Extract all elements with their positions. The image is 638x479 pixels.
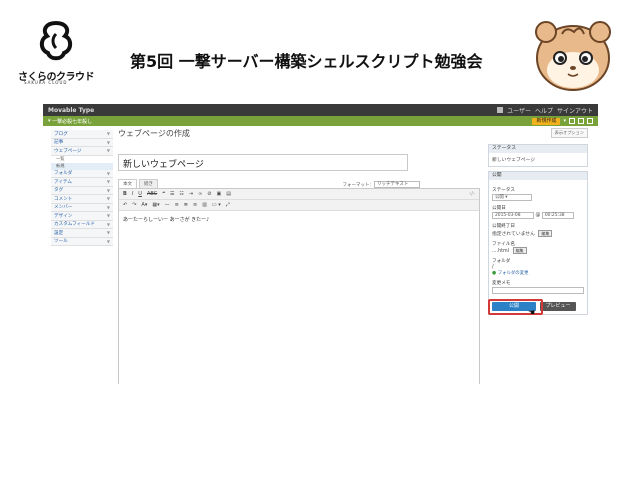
sidebar-item-blog[interactable]: ブログ ▼ [51, 130, 113, 139]
align-center-icon[interactable]: ≣ [184, 202, 188, 208]
preview-button[interactable]: プレビュー [540, 302, 576, 311]
user-menu[interactable]: ユーザー [507, 106, 531, 115]
dashboard-icon[interactable] [578, 118, 584, 124]
underline-icon[interactable]: U [138, 191, 142, 197]
hr-icon[interactable]: — [165, 202, 170, 208]
publish-date-label: 公開日 [492, 206, 506, 211]
sakura-cloud-logo: さくらのクラウド SAKURA CLOUD [18, 16, 98, 86]
align-right-icon[interactable]: ≡ [193, 202, 197, 208]
new-button[interactable]: 新規作成 [532, 117, 561, 125]
settings-icon[interactable] [569, 118, 575, 124]
format-control: フォーマット: リッチテキスト [342, 181, 420, 188]
publish-header: 公開 [489, 172, 587, 180]
status-label: ステータス [492, 188, 515, 193]
page-title: ウェブページの作成 [118, 129, 190, 138]
publish-actions: 公開 プレビュー ☚ [488, 299, 584, 317]
sidebar-item-pages[interactable]: ウェブページ ▼ [51, 147, 113, 156]
quote-icon[interactable]: ❝ [162, 191, 165, 197]
tab-more[interactable]: 続き [139, 179, 158, 188]
publish-date-field[interactable]: 2015-03-08 [492, 212, 534, 219]
publish-time-field[interactable]: 00:25:38 [541, 212, 574, 219]
editor-body-text[interactable]: あーたーらしーいー あーさが きたー♪ [119, 211, 479, 228]
user-avatar-icon [497, 107, 504, 113]
filename-label: ファイル名 [492, 242, 515, 247]
end-date-label: 公開終了日 [492, 224, 515, 229]
sidebar-item-members[interactable]: メンバー ▼ [51, 203, 113, 212]
site-dropdown-icon[interactable]: ▾ [48, 118, 51, 124]
right-column: 表示オプション ステータス 新しいウェブページ 公開 ステータス 公開 ▾ 公開… [488, 128, 588, 319]
file-icon[interactable]: ▤ [226, 191, 231, 197]
title-input[interactable]: 新しいウェブページ [118, 154, 408, 171]
folder-label: フォルダ [492, 259, 511, 264]
status-select[interactable]: 公開 ▾ [492, 194, 532, 201]
logo-subword: SAKURA CLOUD [24, 80, 68, 85]
folder-change-link[interactable]: フォルダの変更 [498, 271, 529, 276]
status-panel: ステータス 新しいウェブページ [488, 144, 588, 167]
sidebar-item-folders[interactable]: フォルダ ▼ [51, 169, 113, 178]
editor-toolbar-1: B I U ABC ❝ ☰ ☷ ⇥ ∞ ⊘ ▣ ▤ ‹/› [119, 189, 479, 200]
publish-panel: 公開 ステータス 公開 ▾ 公開日 2015-03-08 @ 00:25:38 … [488, 171, 588, 317]
sidebar-item-settings[interactable]: 設定 ▼ [51, 229, 113, 238]
help-link[interactable]: ヘルプ [535, 106, 553, 115]
cms-screenshot: Movable Type ユーザー ヘルプ サインアウト ▾ 一撃必殺七年殺し … [43, 104, 598, 384]
unlink-icon[interactable]: ⊘ [207, 191, 211, 197]
sidebar-item-assets[interactable]: アイテム ▼ [51, 178, 113, 187]
strikethrough-icon[interactable]: ABC [147, 191, 157, 197]
bg-color-icon[interactable]: ▦▾ [152, 202, 159, 208]
html-source-icon[interactable]: ‹/› [469, 191, 475, 197]
rich-text-editor[interactable]: B I U ABC ❝ ☰ ☷ ⇥ ∞ ⊘ ▣ ▤ ‹/› ↶ ↷ A▾ ▦▾ … [118, 188, 480, 384]
sidebar: ブログ ▼ 記事 ▼ ウェブページ ▼ 一覧 新規 フォルダ ▼ アイテム ▼ タグ ▼ コ… [51, 130, 113, 246]
undo-icon[interactable]: ↶ [123, 202, 127, 208]
sidebar-item-tags[interactable]: タグ ▼ [51, 186, 113, 195]
sidebar-sub-list[interactable]: 一覧 [51, 155, 113, 163]
editor-toolbar-2: ↶ ↷ A▾ ▦▾ — ≡ ≣ ≡ ▥ ▭ ▾ ⤢ [119, 200, 479, 211]
folder-change-icon: ● [492, 271, 497, 276]
table-icon[interactable]: ▥ [202, 202, 207, 208]
redo-icon[interactable]: ↷ [132, 202, 136, 208]
slide-title: 第5回 一撃サーバー構築シェルスクリプト勉強会 [130, 52, 483, 71]
tab-body[interactable]: 本文 [118, 179, 137, 188]
site-name[interactable]: 一撃必殺七年殺し [52, 118, 92, 125]
fullscreen-icon[interactable]: ⤢ [226, 202, 230, 208]
signout-link[interactable]: サインアウト [557, 106, 593, 115]
display-options-button[interactable]: 表示オプション [550, 128, 588, 138]
at-label: @ [535, 213, 541, 218]
italic-icon[interactable]: I [132, 191, 133, 197]
hamster-mascot-icon [535, 21, 611, 91]
end-date-edit-button[interactable]: 編集 [538, 230, 553, 237]
view-site-icon[interactable] [587, 118, 593, 124]
memo-input[interactable] [492, 287, 584, 294]
format-select[interactable]: リッチテキスト [374, 181, 420, 188]
mouse-cursor-icon: ☚ [528, 308, 536, 317]
status-header: ステータス [489, 145, 587, 153]
paragraph-select-icon[interactable]: ▭ ▾ [212, 202, 221, 208]
bullet-list-icon[interactable]: ☰ [170, 191, 174, 197]
sakura-logo-mark-icon [39, 20, 73, 61]
filename-value: ....html [492, 249, 510, 254]
text-color-icon[interactable]: A▾ [141, 202, 147, 208]
indent-icon[interactable]: ⇥ [189, 191, 193, 197]
sidebar-item-entries[interactable]: 記事 ▼ [51, 138, 113, 147]
editor-tab-row: 本文 続き フォーマット: リッチテキスト [118, 177, 480, 188]
format-label: フォーマット: [342, 182, 371, 188]
image-icon[interactable]: ▣ [216, 191, 221, 197]
bold-icon[interactable]: B [123, 191, 127, 197]
app-brand: Movable Type [48, 106, 95, 114]
link-icon[interactable]: ∞ [198, 191, 202, 197]
numbered-list-icon[interactable]: ☷ [179, 191, 183, 197]
sidebar-item-custom-fields[interactable]: カスタムフィールド ▼ [51, 220, 113, 229]
memo-label: 変更メモ [492, 281, 511, 286]
main-content: ウェブページの作成 新しいウェブページ 本文 続き フォーマット: リッチテキス… [118, 128, 480, 384]
filename-edit-button[interactable]: 編集 [512, 247, 527, 254]
sidebar-item-tools[interactable]: ツール ▼ [51, 237, 113, 246]
sidebar-item-comments[interactable]: コメント ▼ [51, 195, 113, 204]
top-bar: Movable Type ユーザー ヘルプ サインアウト [43, 104, 598, 116]
end-date-value: 指定されていません [492, 232, 535, 237]
site-bar: ▾ 一撃必殺七年殺し 新規作成 ▾ [43, 116, 598, 126]
sidebar-item-design[interactable]: デザイン ▼ [51, 212, 113, 221]
sidebar-sub-new[interactable]: 新規 [51, 162, 113, 170]
align-left-icon[interactable]: ≡ [175, 202, 179, 208]
status-text: 新しいウェブページ [492, 158, 536, 163]
new-dropdown-icon[interactable]: ▾ [563, 118, 566, 124]
